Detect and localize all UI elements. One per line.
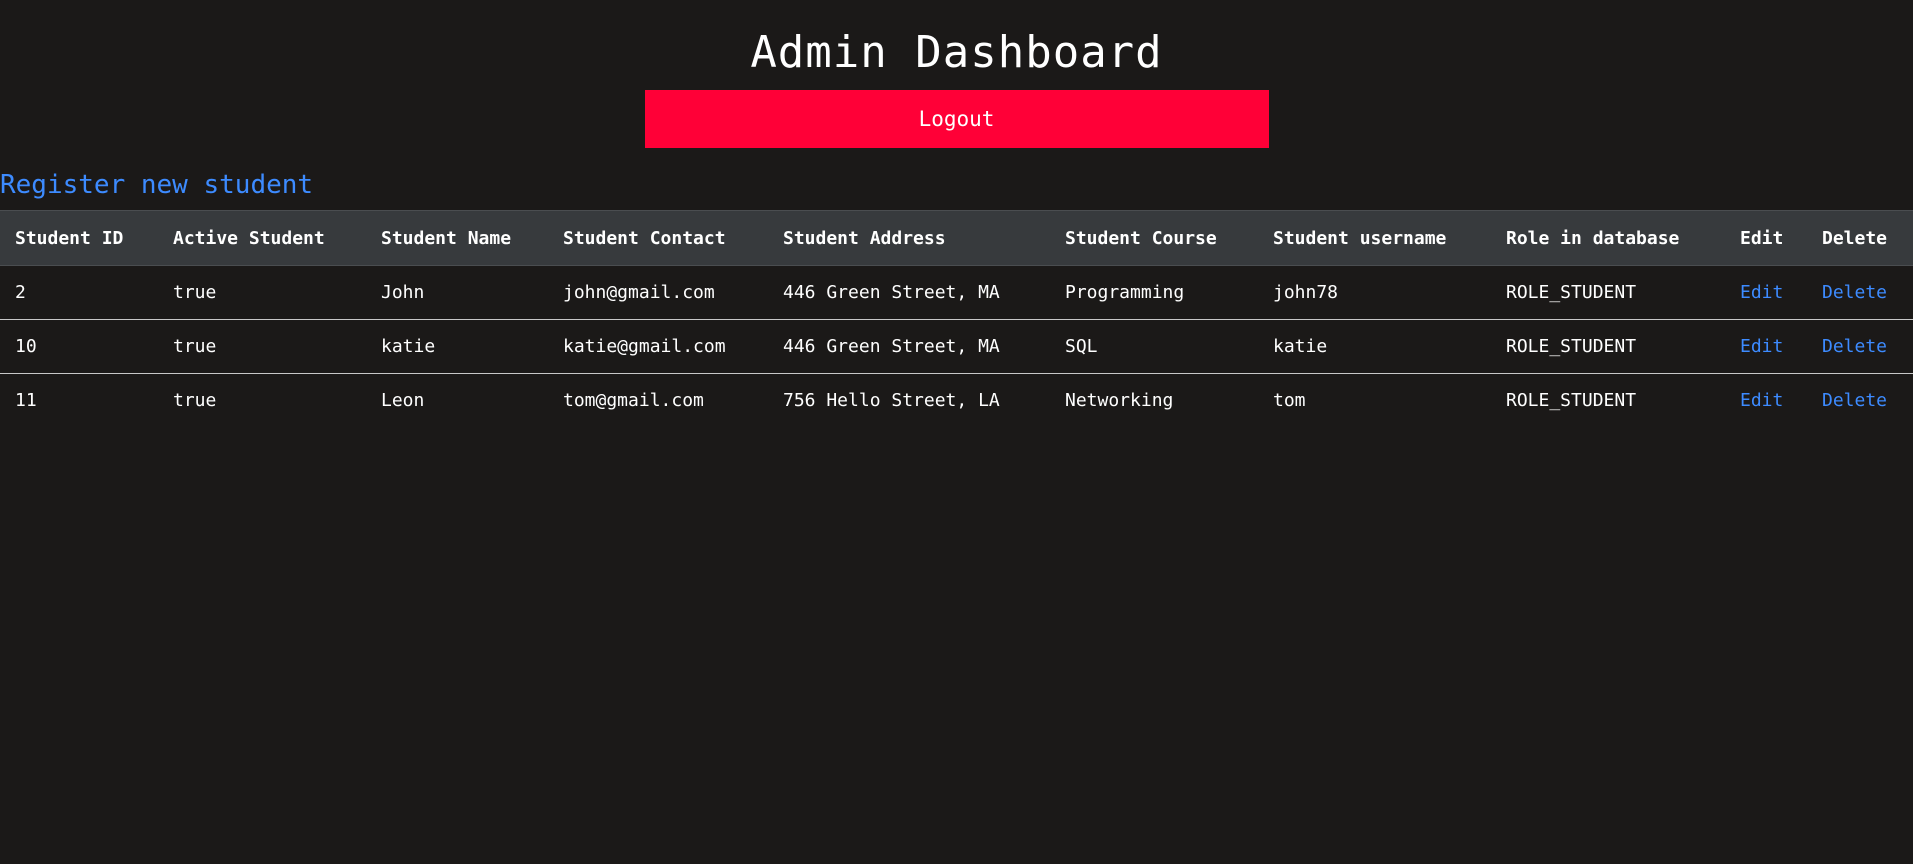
- cell-student-contact: john@gmail.com: [548, 265, 768, 320]
- table-row: 11 true Leon tom@gmail.com 756 Hello Str…: [0, 374, 1913, 428]
- cell-active-student: true: [158, 265, 366, 320]
- cell-student-contact: tom@gmail.com: [563, 390, 704, 411]
- cell-student-name: John: [366, 265, 548, 320]
- cell-student-contact: katie@gmail.com: [548, 319, 768, 374]
- column-header-student-name: Student Name: [366, 210, 548, 266]
- cell-edit: Edit: [1725, 319, 1807, 374]
- cell-student-id: 10: [0, 319, 158, 374]
- delete-link[interactable]: Delete: [1822, 336, 1887, 357]
- table-row: 10 true katie katie@gmail.com 446 Green …: [0, 319, 1913, 374]
- table-row: 2 true John john@gmail.com 446 Green Str…: [0, 265, 1913, 320]
- cell-role: ROLE_STUDENT: [1491, 319, 1725, 374]
- cell-student-username: katie: [1258, 319, 1491, 374]
- table-header-row: Student ID Active Student Student Name S…: [0, 210, 1913, 266]
- cell-edit: Edit: [1725, 265, 1807, 320]
- register-new-student-link[interactable]: Register new student: [0, 170, 313, 200]
- page-header: Admin Dashboard Logout: [0, 0, 1913, 148]
- cell-delete: Delete: [1807, 374, 1913, 428]
- cell-active-student: true: [158, 319, 366, 374]
- cell-delete: Delete: [1807, 265, 1913, 320]
- cell-student-address: 756 Hello Street, LA: [783, 390, 1000, 411]
- column-header-active-student: Active Student: [158, 210, 366, 266]
- delete-link[interactable]: Delete: [1822, 390, 1887, 411]
- cell-active-student: true: [173, 390, 217, 411]
- cell-role: ROLE_STUDENT: [1491, 265, 1725, 320]
- cell-student-id: 2: [0, 265, 158, 320]
- column-header-student-contact: Student Contact: [548, 210, 768, 266]
- cell-student-name: Leon: [381, 390, 425, 411]
- edit-link[interactable]: Edit: [1740, 282, 1783, 303]
- cell-edit: Edit: [1725, 374, 1807, 428]
- column-header-student-username: Student username: [1258, 210, 1491, 266]
- column-header-student-id: Student ID: [0, 210, 158, 266]
- delete-link[interactable]: Delete: [1822, 282, 1887, 303]
- cell-delete: Delete: [1807, 319, 1913, 374]
- cell-student-course: SQL: [1050, 319, 1258, 374]
- column-header-delete: Delete: [1807, 210, 1913, 266]
- cell-student-id: 11: [15, 390, 37, 411]
- cell-student-username: tom: [1273, 390, 1306, 411]
- cell-student-course: Networking: [1065, 390, 1174, 411]
- cell-student-course: Programming: [1050, 265, 1258, 320]
- edit-link[interactable]: Edit: [1740, 336, 1783, 357]
- column-header-edit: Edit: [1725, 210, 1807, 266]
- edit-link[interactable]: Edit: [1740, 390, 1783, 411]
- column-header-student-address: Student Address: [768, 210, 1050, 266]
- column-header-student-course: Student Course: [1050, 210, 1258, 266]
- cell-student-username: john78: [1258, 265, 1491, 320]
- cell-student-address: 446 Green Street, MA: [768, 319, 1050, 374]
- cell-student-address: 446 Green Street, MA: [768, 265, 1050, 320]
- students-table: Student ID Active Student Student Name S…: [0, 210, 1913, 427]
- cell-student-name: katie: [366, 319, 548, 374]
- column-header-role: Role in database: [1491, 210, 1725, 266]
- page-title: Admin Dashboard: [750, 27, 1163, 78]
- logout-button[interactable]: Logout: [644, 90, 1269, 148]
- cell-role: ROLE_STUDENT: [1506, 390, 1637, 411]
